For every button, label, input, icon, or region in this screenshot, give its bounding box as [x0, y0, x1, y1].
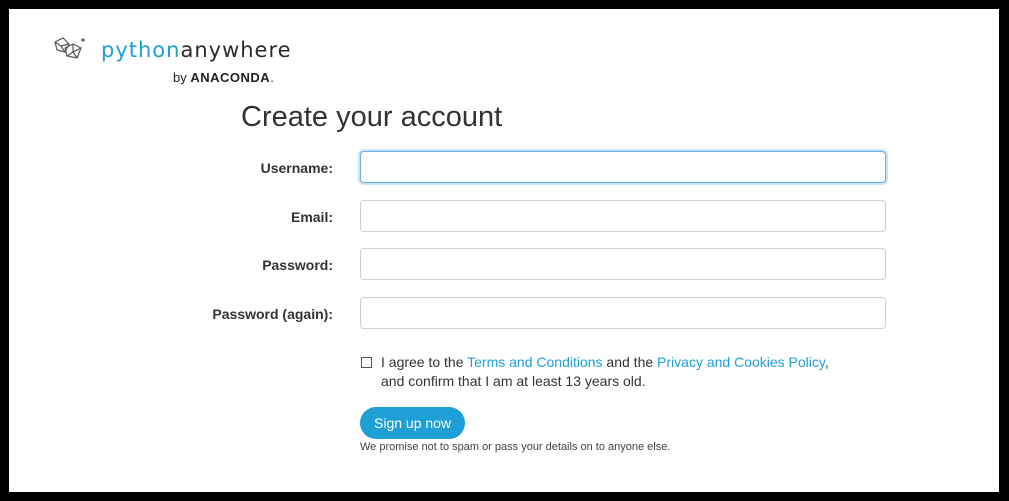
privacy-link[interactable]: Privacy and Cookies Policy: [657, 354, 825, 370]
byline-dot: .: [270, 70, 274, 85]
page-title: Create your account: [241, 101, 503, 133]
username-label: Username:: [260, 160, 333, 176]
brand-name-anywhere: anywhere: [180, 38, 292, 62]
byline-anaconda: ANACONDA: [190, 70, 271, 85]
agree-checkbox[interactable]: [361, 357, 372, 368]
agree-text: I agree to the Terms and Conditions and …: [381, 353, 911, 391]
terms-link[interactable]: Terms and Conditions: [467, 354, 602, 370]
agree-text-before: I agree to the: [381, 354, 468, 370]
password-input[interactable]: [360, 248, 886, 280]
username-input[interactable]: [360, 151, 886, 183]
agree-text-middle: and the: [602, 354, 658, 370]
privacy-promise: We promise not to spam or pass your deta…: [360, 441, 671, 453]
agree-age-text: and confirm that I am at least 13 years …: [381, 373, 646, 389]
email-label: Email:: [290, 209, 333, 225]
sign-up-button[interactable]: Sign up now: [360, 407, 466, 439]
signup-page: pythonanywhere by ANACONDA. Create your …: [9, 9, 999, 492]
email-input[interactable]: [360, 200, 886, 232]
brand-logo[interactable]: pythonanywhere by ANACONDA.: [51, 36, 351, 96]
pythonanywhere-logo-icon: [54, 37, 85, 59]
password-again-label: Password (again):: [212, 306, 333, 322]
password-again-input[interactable]: [360, 297, 886, 329]
byline-by: by: [173, 70, 187, 85]
brand-name-python: python: [101, 38, 181, 62]
password-label: Password:: [262, 257, 333, 273]
agree-text-after: ,: [824, 354, 829, 370]
brand-name: pythonanywhere: [101, 38, 292, 62]
brand-byline: by ANACONDA.: [173, 70, 274, 85]
